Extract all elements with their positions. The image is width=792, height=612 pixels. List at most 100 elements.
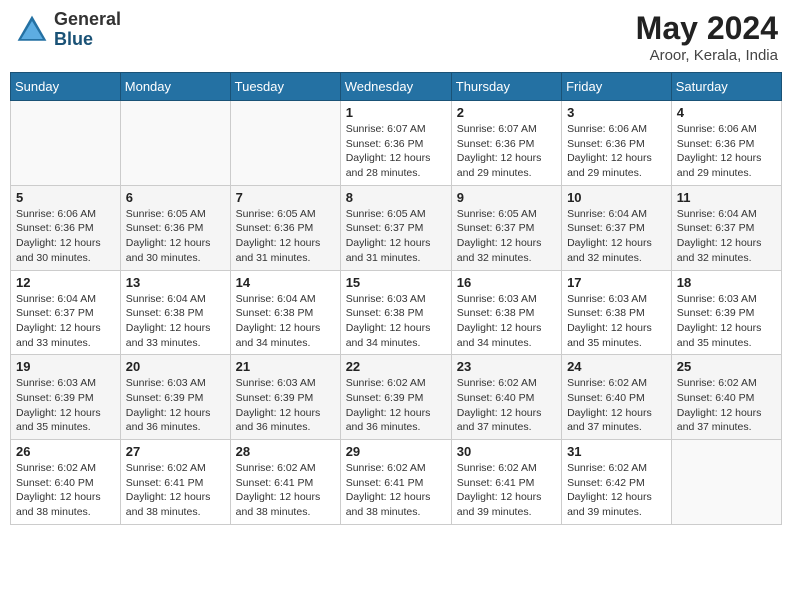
day-number: 15 <box>346 275 446 290</box>
calendar-cell <box>230 101 340 186</box>
calendar-cell: 6 Sunrise: 6:05 AM Sunset: 6:36 PM Daylig… <box>120 185 230 270</box>
calendar-header-sunday: Sunday <box>11 73 121 101</box>
logo: General Blue <box>14 10 121 50</box>
calendar-cell: 13 Sunrise: 6:04 AM Sunset: 6:38 PM Dayli… <box>120 270 230 355</box>
day-info: Sunrise: 6:02 AM Sunset: 6:42 PM Dayligh… <box>567 461 666 520</box>
day-info: Sunrise: 6:02 AM Sunset: 6:39 PM Dayligh… <box>346 376 446 435</box>
day-info: Sunrise: 6:04 AM Sunset: 6:37 PM Dayligh… <box>567 207 666 266</box>
calendar-cell: 26Sunrise: 6:02 AM Sunset: 6:40 PM Dayli… <box>11 440 121 525</box>
location: Aroor, Kerala, India <box>636 47 778 64</box>
calendar-cell: 3 Sunrise: 6:06 AM Sunset: 6:36 PM Daylig… <box>562 101 672 186</box>
calendar-cell: 30 Sunrise: 6:02 AM Sunset: 6:41 PM Dayli… <box>451 440 561 525</box>
day-number: 17 <box>567 275 666 290</box>
calendar-cell: 9Sunrise: 6:05 AM Sunset: 6:37 PM Daylig… <box>451 185 561 270</box>
day-number: 13 <box>126 275 225 290</box>
logo-icon <box>14 12 50 48</box>
calendar-header-saturday: Saturday <box>671 73 781 101</box>
calendar-cell: 4Sunrise: 6:06 AM Sunset: 6:36 PM Daylig… <box>671 101 781 186</box>
calendar-header-row: SundayMondayTuesdayWednesdayThursdayFrid… <box>11 73 782 101</box>
calendar-header-wednesday: Wednesday <box>340 73 451 101</box>
day-number: 31 <box>567 444 666 459</box>
day-number: 28 <box>236 444 335 459</box>
title-section: May 2024 Aroor, Kerala, India <box>636 10 778 64</box>
day-info: Sunrise: 6:02 AM Sunset: 6:41 PM Dayligh… <box>236 461 335 520</box>
calendar-cell: 5 Sunrise: 6:06 AM Sunset: 6:36 PM Daylig… <box>11 185 121 270</box>
calendar-cell: 25 Sunrise: 6:02 AM Sunset: 6:40 PM Dayli… <box>671 355 781 440</box>
calendar-week-row: 19Sunrise: 6:03 AM Sunset: 6:39 PM Dayli… <box>11 355 782 440</box>
calendar-cell: 12 Sunrise: 6:04 AM Sunset: 6:37 PM Dayli… <box>11 270 121 355</box>
calendar-table: SundayMondayTuesdayWednesdayThursdayFrid… <box>10 72 782 525</box>
day-info: Sunrise: 6:05 AM Sunset: 6:37 PM Dayligh… <box>346 207 446 266</box>
calendar-week-row: 1 Sunrise: 6:07 AM Sunset: 6:36 PM Daylig… <box>11 101 782 186</box>
day-info: Sunrise: 6:02 AM Sunset: 6:40 PM Dayligh… <box>677 376 776 435</box>
day-info: Sunrise: 6:06 AM Sunset: 6:36 PM Dayligh… <box>677 122 776 181</box>
calendar-week-row: 12 Sunrise: 6:04 AM Sunset: 6:37 PM Dayli… <box>11 270 782 355</box>
day-number: 6 <box>126 190 225 205</box>
calendar-cell: 28 Sunrise: 6:02 AM Sunset: 6:41 PM Dayli… <box>230 440 340 525</box>
calendar-cell: 8 Sunrise: 6:05 AM Sunset: 6:37 PM Daylig… <box>340 185 451 270</box>
calendar-header-tuesday: Tuesday <box>230 73 340 101</box>
calendar-cell: 31 Sunrise: 6:02 AM Sunset: 6:42 PM Dayli… <box>562 440 672 525</box>
calendar-cell: 11Sunrise: 6:04 AM Sunset: 6:37 PM Dayli… <box>671 185 781 270</box>
day-info: Sunrise: 6:02 AM Sunset: 6:41 PM Dayligh… <box>346 461 446 520</box>
calendar-cell: 10 Sunrise: 6:04 AM Sunset: 6:37 PM Dayli… <box>562 185 672 270</box>
day-info: Sunrise: 6:06 AM Sunset: 6:36 PM Dayligh… <box>16 207 115 266</box>
day-number: 25 <box>677 359 776 374</box>
calendar-week-row: 5 Sunrise: 6:06 AM Sunset: 6:36 PM Daylig… <box>11 185 782 270</box>
day-info: Sunrise: 6:06 AM Sunset: 6:36 PM Dayligh… <box>567 122 666 181</box>
calendar-header-thursday: Thursday <box>451 73 561 101</box>
calendar-cell: 27 Sunrise: 6:02 AM Sunset: 6:41 PM Dayli… <box>120 440 230 525</box>
day-info: Sunrise: 6:04 AM Sunset: 6:38 PM Dayligh… <box>126 292 225 351</box>
calendar-cell: 22 Sunrise: 6:02 AM Sunset: 6:39 PM Dayli… <box>340 355 451 440</box>
day-info: Sunrise: 6:04 AM Sunset: 6:37 PM Dayligh… <box>677 207 776 266</box>
day-info: Sunrise: 6:03 AM Sunset: 6:38 PM Dayligh… <box>567 292 666 351</box>
day-number: 9 <box>457 190 556 205</box>
day-number: 20 <box>126 359 225 374</box>
day-info: Sunrise: 6:05 AM Sunset: 6:36 PM Dayligh… <box>236 207 335 266</box>
day-number: 1 <box>346 105 446 120</box>
day-number: 26 <box>16 444 115 459</box>
calendar-cell: 18 Sunrise: 6:03 AM Sunset: 6:39 PM Dayli… <box>671 270 781 355</box>
calendar-cell: 21 Sunrise: 6:03 AM Sunset: 6:39 PM Dayli… <box>230 355 340 440</box>
calendar-cell <box>11 101 121 186</box>
logo-text: General Blue <box>54 10 121 50</box>
calendar-cell: 2 Sunrise: 6:07 AM Sunset: 6:36 PM Daylig… <box>451 101 561 186</box>
day-number: 22 <box>346 359 446 374</box>
logo-general-text: General <box>54 10 121 30</box>
day-info: Sunrise: 6:03 AM Sunset: 6:39 PM Dayligh… <box>126 376 225 435</box>
day-number: 7 <box>236 190 335 205</box>
calendar-cell: 23 Sunrise: 6:02 AM Sunset: 6:40 PM Dayli… <box>451 355 561 440</box>
day-number: 29 <box>346 444 446 459</box>
day-info: Sunrise: 6:02 AM Sunset: 6:41 PM Dayligh… <box>126 461 225 520</box>
day-info: Sunrise: 6:04 AM Sunset: 6:37 PM Dayligh… <box>16 292 115 351</box>
day-number: 18 <box>677 275 776 290</box>
calendar-cell: 16Sunrise: 6:03 AM Sunset: 6:38 PM Dayli… <box>451 270 561 355</box>
day-info: Sunrise: 6:07 AM Sunset: 6:36 PM Dayligh… <box>346 122 446 181</box>
day-number: 30 <box>457 444 556 459</box>
day-number: 2 <box>457 105 556 120</box>
calendar-header-friday: Friday <box>562 73 672 101</box>
day-info: Sunrise: 6:02 AM Sunset: 6:41 PM Dayligh… <box>457 461 556 520</box>
calendar-week-row: 26Sunrise: 6:02 AM Sunset: 6:40 PM Dayli… <box>11 440 782 525</box>
day-number: 10 <box>567 190 666 205</box>
day-info: Sunrise: 6:03 AM Sunset: 6:38 PM Dayligh… <box>457 292 556 351</box>
calendar-cell: 29 Sunrise: 6:02 AM Sunset: 6:41 PM Dayli… <box>340 440 451 525</box>
day-info: Sunrise: 6:03 AM Sunset: 6:39 PM Dayligh… <box>677 292 776 351</box>
calendar-cell <box>120 101 230 186</box>
day-info: Sunrise: 6:03 AM Sunset: 6:39 PM Dayligh… <box>236 376 335 435</box>
day-info: Sunrise: 6:07 AM Sunset: 6:36 PM Dayligh… <box>457 122 556 181</box>
day-number: 23 <box>457 359 556 374</box>
day-info: Sunrise: 6:05 AM Sunset: 6:36 PM Dayligh… <box>126 207 225 266</box>
calendar-cell: 17 Sunrise: 6:03 AM Sunset: 6:38 PM Dayli… <box>562 270 672 355</box>
day-number: 3 <box>567 105 666 120</box>
logo-blue-text: Blue <box>54 30 121 50</box>
calendar-cell: 20 Sunrise: 6:03 AM Sunset: 6:39 PM Dayli… <box>120 355 230 440</box>
day-number: 8 <box>346 190 446 205</box>
day-info: Sunrise: 6:02 AM Sunset: 6:40 PM Dayligh… <box>457 376 556 435</box>
day-info: Sunrise: 6:04 AM Sunset: 6:38 PM Dayligh… <box>236 292 335 351</box>
day-number: 12 <box>16 275 115 290</box>
calendar-cell: 24Sunrise: 6:02 AM Sunset: 6:40 PM Dayli… <box>562 355 672 440</box>
day-number: 27 <box>126 444 225 459</box>
day-number: 21 <box>236 359 335 374</box>
day-number: 5 <box>16 190 115 205</box>
